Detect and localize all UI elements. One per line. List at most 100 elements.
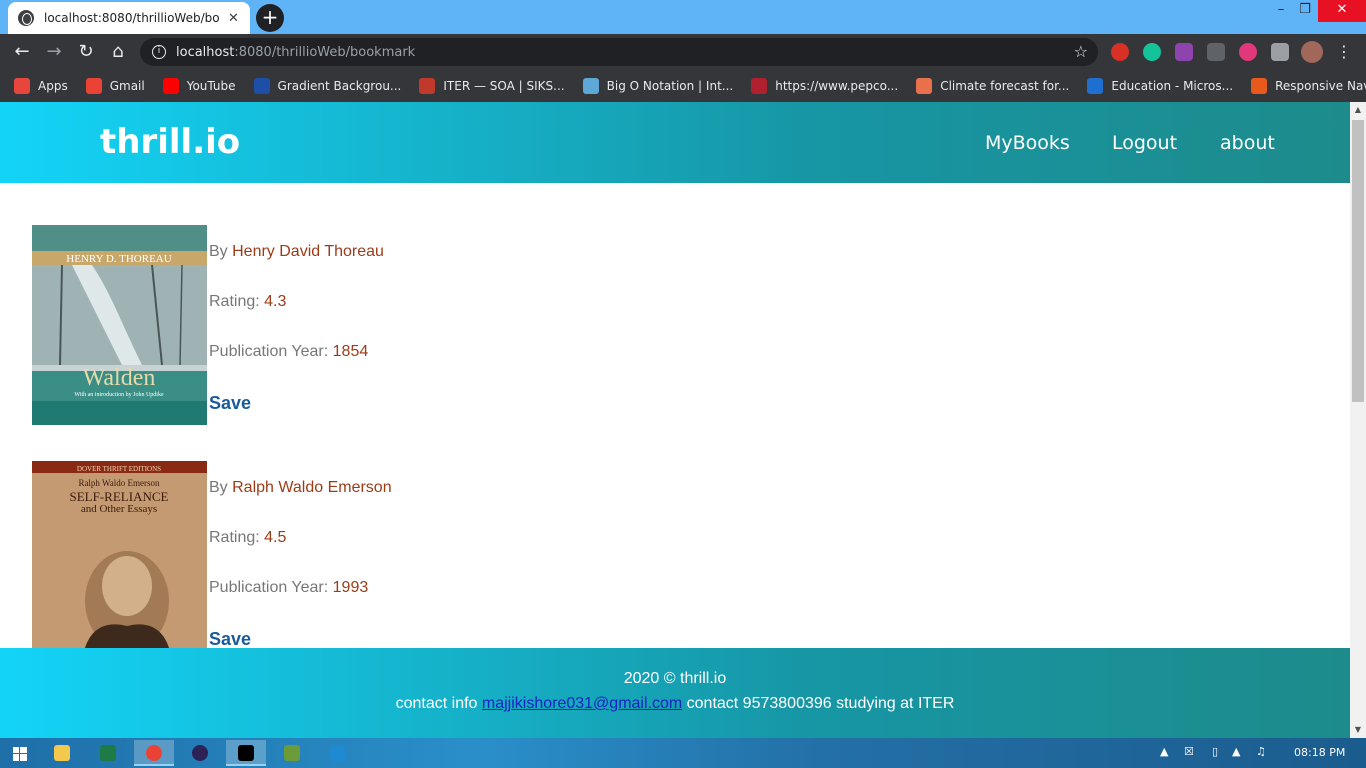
rating-label: Rating: (209, 293, 265, 310)
browser-menu-icon[interactable]: ⋮ (1336, 42, 1352, 61)
bookmark-label: Education - Micros... (1111, 79, 1234, 93)
book-rating-line: Rating: 4.5 (209, 529, 286, 547)
cover-title-text: SELF-RELIANCE (70, 489, 169, 504)
year-label: Publication Year: (209, 579, 333, 596)
bookmark-item[interactable]: Gmail (85, 78, 145, 94)
extension-moon-icon[interactable] (1239, 43, 1257, 61)
windows-logo-icon (13, 747, 27, 761)
bookmark-favicon-icon (582, 78, 599, 94)
git-button[interactable] (272, 740, 312, 766)
bookmark-item[interactable]: Apps (14, 78, 68, 94)
scroll-up-icon[interactable]: ▲ (1350, 102, 1366, 118)
browser-tab[interactable]: localhost:8080/thrillioWeb/bookmark ✕ (8, 2, 250, 34)
extension-purple-icon[interactable] (1175, 43, 1193, 61)
reload-icon[interactable]: ↻ (74, 40, 98, 64)
vscode-button[interactable] (318, 740, 358, 766)
book-year: 1854 (332, 343, 369, 360)
extension-grammarly-icon[interactable] (1143, 43, 1161, 61)
chrome-button[interactable] (134, 740, 174, 766)
window-close-button[interactable]: ✕ (1318, 0, 1366, 22)
nav-about[interactable]: about (1220, 132, 1275, 154)
forward-icon[interactable]: → (42, 40, 66, 64)
taskbar-clock[interactable]: 08:18 PM (1294, 746, 1345, 759)
signal-icon[interactable]: ▲ (1232, 745, 1240, 758)
network-off-icon[interactable]: ☒ (1184, 745, 1194, 758)
book-cover-self-reliance: DOVER THRIFT EDITIONS Ralph Waldo Emerso… (32, 461, 207, 661)
eclipse-button[interactable] (180, 740, 220, 766)
bookmark-favicon-icon (85, 78, 102, 94)
phone-icon[interactable]: ▯ (1212, 745, 1218, 758)
book-rating: 4.3 (264, 293, 287, 310)
book-author: Ralph Waldo Emerson (232, 479, 392, 496)
bookmark-item[interactable]: Climate forecast for... (916, 78, 1069, 94)
globe-icon (18, 10, 34, 26)
cover-author-text: HENRY D. THOREAU (66, 253, 171, 265)
address-bar[interactable]: i localhost :8080/thrillioWeb/bookmark ☆ (140, 38, 1098, 66)
book-rating-line: Rating: 4.3 (209, 293, 286, 311)
book-author: Henry David Thoreau (232, 243, 384, 260)
bookmark-item[interactable]: Big O Notation | Int... (582, 78, 734, 94)
bookmark-label: Gmail (109, 79, 145, 93)
bookmark-favicon-icon (916, 78, 933, 94)
author-label: By (209, 243, 233, 260)
scroll-down-icon[interactable]: ▼ (1350, 722, 1366, 738)
page-content: thrill.io MyBooks Logout about HENRY D. … (0, 102, 1350, 738)
extension-adblock-icon[interactable] (1111, 43, 1129, 61)
excel-icon (100, 745, 116, 761)
nav-mybooks[interactable]: MyBooks (985, 132, 1070, 154)
scroll-thumb[interactable] (1352, 120, 1364, 402)
book-year-line: Publication Year: 1993 (209, 579, 368, 597)
tab-close-icon[interactable]: ✕ (228, 11, 239, 26)
site-header: thrill.io MyBooks Logout about (0, 102, 1350, 183)
excel-button[interactable] (88, 740, 128, 766)
contact-email-link[interactable]: majjikishore031@gmail.com (482, 695, 682, 712)
browser-titlebar: localhost:8080/thrillioWeb/bookmark ✕ + … (0, 0, 1366, 34)
git-icon (284, 745, 300, 761)
bookmarks-bar: Apps Gmail YouTube Gradient Backgrou... ITER… (0, 70, 1366, 102)
new-tab-button[interactable]: + (256, 4, 284, 32)
bookmark-star-icon[interactable]: ☆ (1074, 42, 1088, 61)
page-scrollbar[interactable]: ▲ ▼ (1350, 102, 1366, 738)
save-button[interactable]: Save (209, 629, 251, 650)
extension-shield-icon[interactable] (1207, 43, 1225, 61)
bookmark-item[interactable]: ITER — SOA | SIKS... (419, 78, 565, 94)
bookmark-item[interactable]: Education - Micros... (1087, 78, 1233, 94)
back-icon[interactable]: ← (10, 40, 34, 64)
extensions-puzzle-icon[interactable] (1271, 43, 1289, 61)
start-button[interactable] (0, 740, 40, 766)
info-icon[interactable]: i (152, 45, 166, 59)
tab-title: localhost:8080/thrillioWeb/bookmark (44, 11, 220, 25)
bookmark-label: Big O Notation | Int... (606, 79, 734, 93)
bookmark-favicon-icon (1087, 78, 1104, 94)
nav-logout[interactable]: Logout (1112, 132, 1177, 154)
bookmark-favicon-icon (1251, 78, 1268, 94)
save-button[interactable]: Save (209, 393, 251, 414)
book-author-line: By Ralph Waldo Emerson (209, 479, 392, 497)
bookmark-favicon-icon (751, 78, 768, 94)
bookmark-label: Apps (38, 79, 68, 93)
vscode-icon (330, 745, 346, 761)
cover-title-text: Walden (83, 365, 156, 391)
cover-subtitle-text: and Other Essays (81, 503, 157, 515)
book-author-line: By Henry David Thoreau (209, 243, 384, 261)
bookmark-item[interactable]: https://www.pepco... (751, 78, 898, 94)
author-label: By (209, 479, 233, 496)
windows-taskbar: ▲ ☒ ▯ ▲ ♫ 08:18 PM (0, 738, 1366, 768)
file-explorer-button[interactable] (42, 740, 82, 766)
bookmark-favicon-icon (14, 78, 30, 94)
bookmark-label: https://www.pepco... (775, 79, 899, 93)
tray-chevron-icon[interactable]: ▲ (1160, 745, 1168, 758)
bookmark-item[interactable]: Responsive Navigat... (1251, 78, 1366, 94)
book-year: 1993 (332, 579, 369, 596)
profile-avatar[interactable] (1301, 41, 1323, 63)
volume-icon[interactable]: ♫ (1256, 745, 1266, 758)
eclipse-icon (192, 745, 208, 761)
home-icon[interactable]: ⌂ (106, 40, 130, 64)
site-brand[interactable]: thrill.io (100, 122, 240, 162)
intellij-button[interactable] (226, 740, 266, 766)
cover-series-text: DOVER THRIFT EDITIONS (77, 465, 161, 473)
bookmark-item[interactable]: YouTube (162, 78, 236, 94)
bookmark-item[interactable]: Gradient Backgrou... (253, 78, 401, 94)
bookmark-label: Climate forecast for... (940, 79, 1070, 93)
url-path: :8080/thrillioWeb/bookmark (234, 44, 416, 60)
